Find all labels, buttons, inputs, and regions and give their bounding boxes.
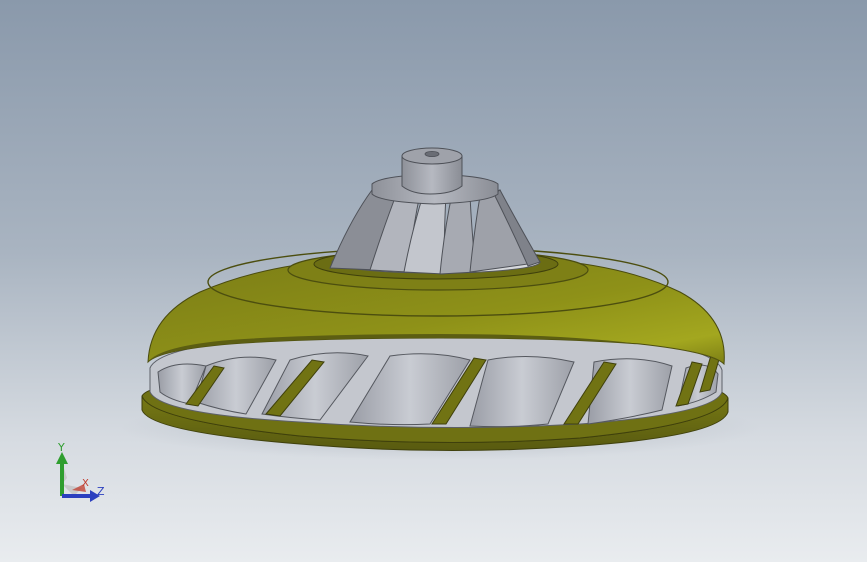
triad-y-label: Y xyxy=(58,441,65,454)
triad-x-label: X xyxy=(82,478,89,489)
triad-graphic xyxy=(56,452,100,502)
triad-z-label: Z xyxy=(97,485,105,498)
hub-bore xyxy=(424,150,440,157)
impeller-model[interactable] xyxy=(0,0,867,562)
coordinate-triad[interactable]: Y X Z xyxy=(44,438,114,510)
graphics-viewport[interactable]: Y X Z xyxy=(0,0,867,562)
